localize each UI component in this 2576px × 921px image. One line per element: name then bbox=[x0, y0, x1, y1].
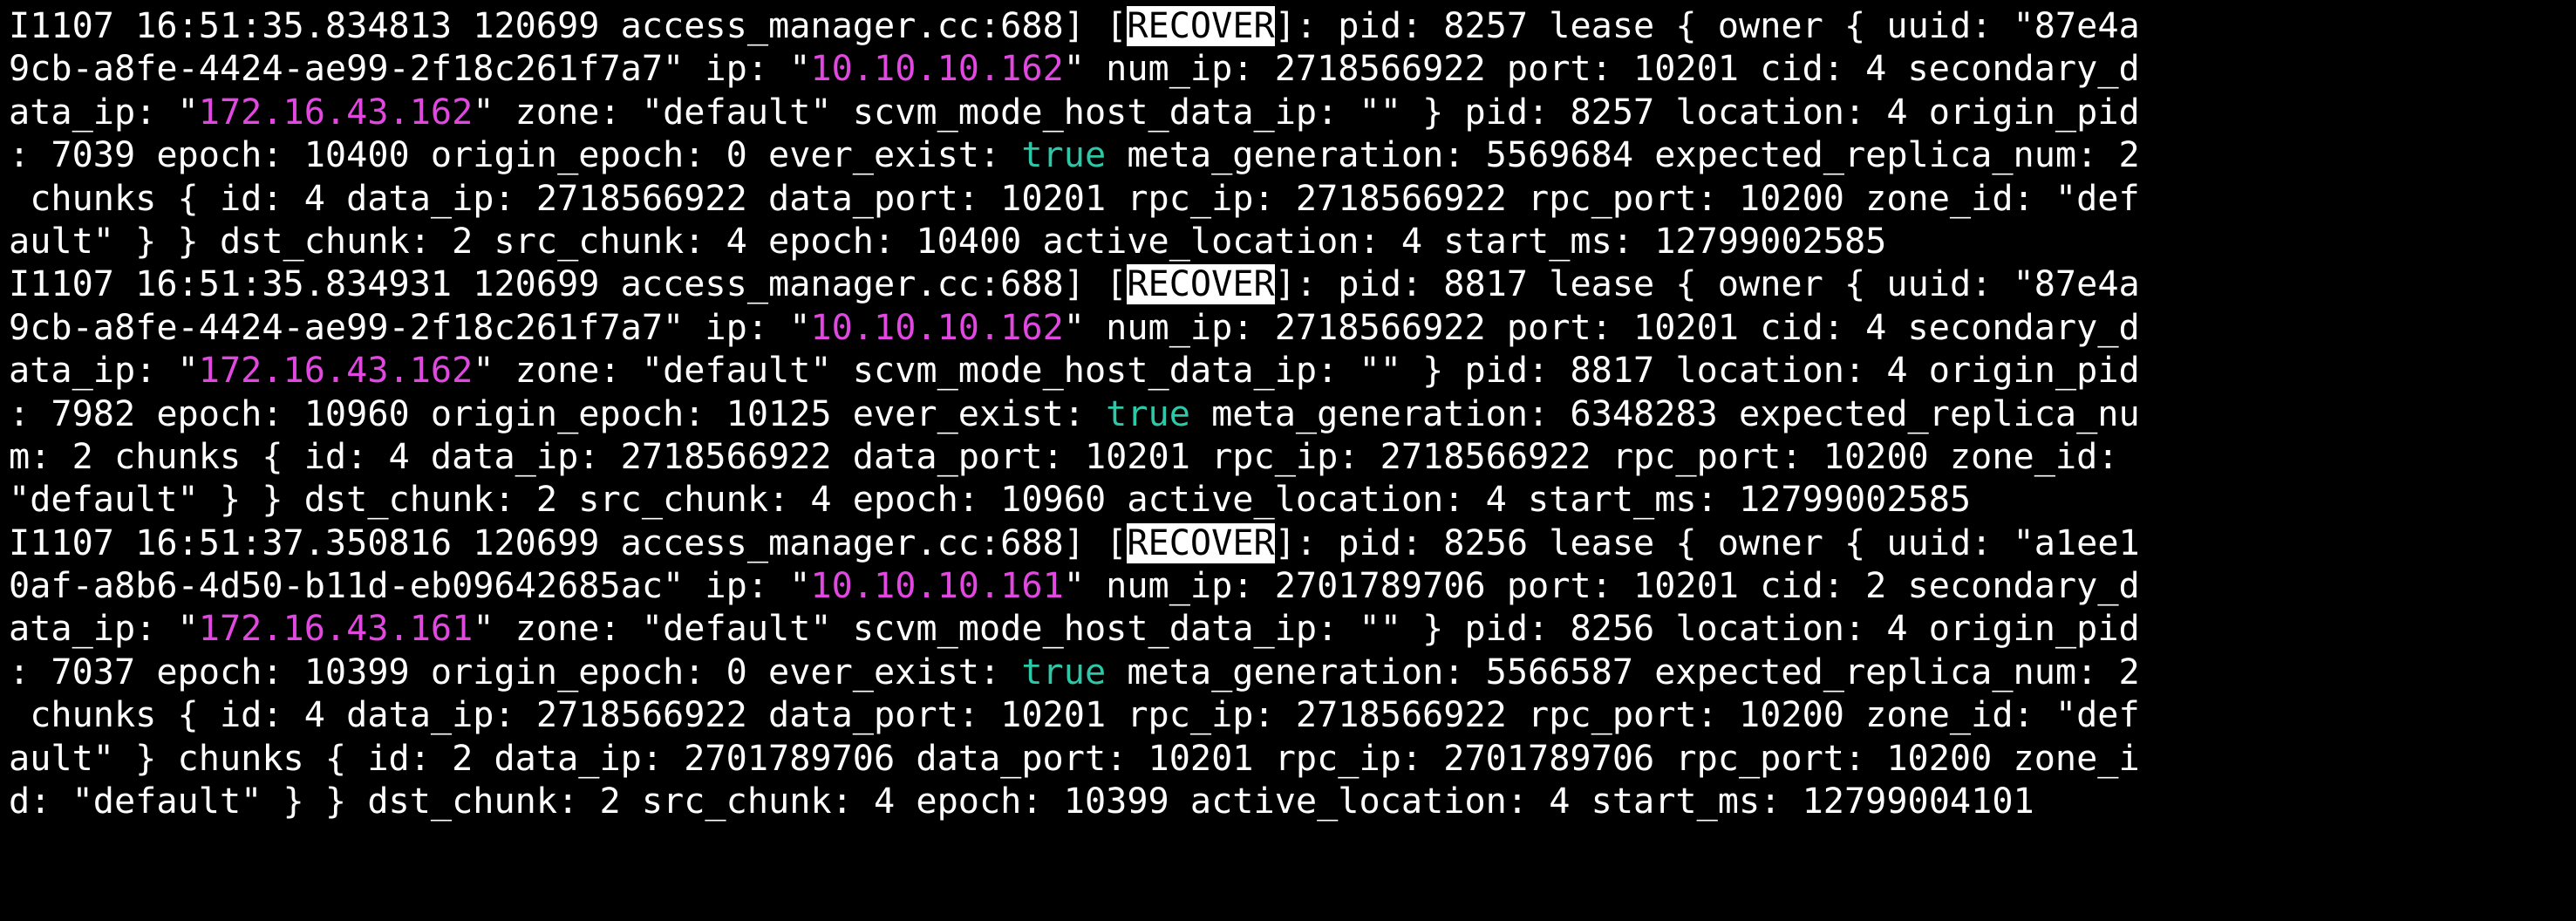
log-text: chunks { id: 4 data_ip: 2718566922 data_… bbox=[9, 178, 2140, 219]
log-text: I1107 16:51:37.350816 120699 access_mana… bbox=[9, 522, 1128, 563]
log-line: chunks { id: 4 data_ip: 2718566922 data_… bbox=[9, 694, 2576, 737]
log-text: ata_ip: " bbox=[9, 92, 199, 133]
log-text: ]: pid: 8256 lease { owner { uuid: "a1ee… bbox=[1274, 522, 2140, 563]
log-text: " zone: "default" scvm_mode_host_data_ip… bbox=[473, 92, 2140, 133]
log-line: : 7039 epoch: 10400 origin_epoch: 0 ever… bbox=[9, 134, 2576, 177]
log-line: d: "default" } } dst_chunk: 2 src_chunk:… bbox=[9, 781, 2576, 823]
log-text: m: 2 chunks { id: 4 data_ip: 2718566922 … bbox=[9, 436, 2119, 477]
ip-address: 172.16.43.161 bbox=[198, 609, 474, 650]
log-line: ault" } chunks { id: 2 data_ip: 27017897… bbox=[9, 738, 2576, 781]
terminal-window[interactable]: I1107 16:51:35.834813 120699 access_mana… bbox=[0, 0, 2576, 921]
log-text: meta_generation: 5569684 expected_replic… bbox=[1106, 135, 2140, 176]
log-text: " zone: "default" scvm_mode_host_data_ip… bbox=[473, 351, 2140, 392]
ip-address: 10.10.10.162 bbox=[810, 307, 1064, 348]
log-text: " num_ip: 2701789706 port: 10201 cid: 2 … bbox=[1063, 566, 2140, 607]
log-line: I1107 16:51:35.834931 120699 access_mana… bbox=[9, 263, 2576, 306]
log-text: : 7982 epoch: 10960 origin_epoch: 10125 … bbox=[9, 393, 1107, 434]
log-line: : 7982 epoch: 10960 origin_epoch: 10125 … bbox=[9, 393, 2576, 436]
log-text: " num_ip: 2718566922 port: 10201 cid: 4 … bbox=[1063, 49, 2140, 90]
bool-true: true bbox=[1106, 393, 1190, 434]
log-line: 9cb-a8fe-4424-ae99-2f18c261f7a7" ip: "10… bbox=[9, 307, 2576, 350]
log-text: ault" } chunks { id: 2 data_ip: 27017897… bbox=[9, 738, 2140, 779]
log-text: 0af-a8b6-4d50-b11d-eb09642685ac" ip: " bbox=[9, 566, 811, 607]
log-text: " num_ip: 2718566922 port: 10201 cid: 4 … bbox=[1063, 307, 2140, 348]
log-text: 9cb-a8fe-4424-ae99-2f18c261f7a7" ip: " bbox=[9, 307, 811, 348]
log-text: d: "default" } } dst_chunk: 2 src_chunk:… bbox=[9, 781, 2034, 822]
log-text: 9cb-a8fe-4424-ae99-2f18c261f7a7" ip: " bbox=[9, 49, 811, 90]
log-line: I1107 16:51:35.834813 120699 access_mana… bbox=[9, 5, 2576, 48]
log-text: ata_ip: " bbox=[9, 351, 199, 392]
ip-address: 172.16.43.162 bbox=[198, 92, 474, 133]
log-text: "default" } } dst_chunk: 2 src_chunk: 4 … bbox=[9, 480, 1972, 521]
log-text: : 7037 epoch: 10399 origin_epoch: 0 ever… bbox=[9, 652, 1022, 692]
ip-address: 172.16.43.162 bbox=[198, 351, 474, 392]
log-text: I1107 16:51:35.834813 120699 access_mana… bbox=[9, 6, 1128, 46]
log-line: "default" } } dst_chunk: 2 src_chunk: 4 … bbox=[9, 479, 2576, 522]
log-line: I1107 16:51:37.350816 120699 access_mana… bbox=[9, 522, 2576, 565]
log-line: 9cb-a8fe-4424-ae99-2f18c261f7a7" ip: "10… bbox=[9, 48, 2576, 91]
log-line: m: 2 chunks { id: 4 data_ip: 2718566922 … bbox=[9, 436, 2576, 479]
log-text: ault" } } dst_chunk: 2 src_chunk: 4 epoc… bbox=[9, 221, 1887, 262]
log-text: ata_ip: " bbox=[9, 609, 199, 650]
ip-address: 10.10.10.162 bbox=[810, 49, 1064, 90]
log-line: ata_ip: "172.16.43.162" zone: "default" … bbox=[9, 350, 2576, 392]
log-line: chunks { id: 4 data_ip: 2718566922 data_… bbox=[9, 178, 2576, 221]
log-text: I1107 16:51:35.834931 120699 access_mana… bbox=[9, 264, 1128, 305]
log-text: ]: pid: 8817 lease { owner { uuid: "87e4… bbox=[1274, 264, 2140, 305]
log-text: chunks { id: 4 data_ip: 2718566922 data_… bbox=[9, 695, 2140, 736]
log-line: 0af-a8b6-4d50-b11d-eb09642685ac" ip: "10… bbox=[9, 565, 2576, 608]
log-line: : 7037 epoch: 10399 origin_epoch: 0 ever… bbox=[9, 652, 2576, 694]
bool-true: true bbox=[1021, 135, 1107, 176]
recover-tag: RECOVER bbox=[1127, 6, 1275, 46]
log-text: " zone: "default" scvm_mode_host_data_ip… bbox=[473, 609, 2140, 650]
log-line: ata_ip: "172.16.43.161" zone: "default" … bbox=[9, 608, 2576, 651]
log-text: meta_generation: 5566587 expected_replic… bbox=[1106, 652, 2140, 692]
ip-address: 10.10.10.161 bbox=[810, 566, 1064, 607]
recover-tag: RECOVER bbox=[1127, 264, 1275, 305]
log-text: meta_generation: 6348283 expected_replic… bbox=[1189, 393, 2140, 434]
log-text: : 7039 epoch: 10400 origin_epoch: 0 ever… bbox=[9, 135, 1022, 176]
log-line: ault" } } dst_chunk: 2 src_chunk: 4 epoc… bbox=[9, 221, 2576, 263]
log-line: ata_ip: "172.16.43.162" zone: "default" … bbox=[9, 92, 2576, 134]
log-text: ]: pid: 8257 lease { owner { uuid: "87e4… bbox=[1274, 6, 2140, 46]
recover-tag: RECOVER bbox=[1127, 522, 1275, 563]
bool-true: true bbox=[1021, 652, 1107, 692]
